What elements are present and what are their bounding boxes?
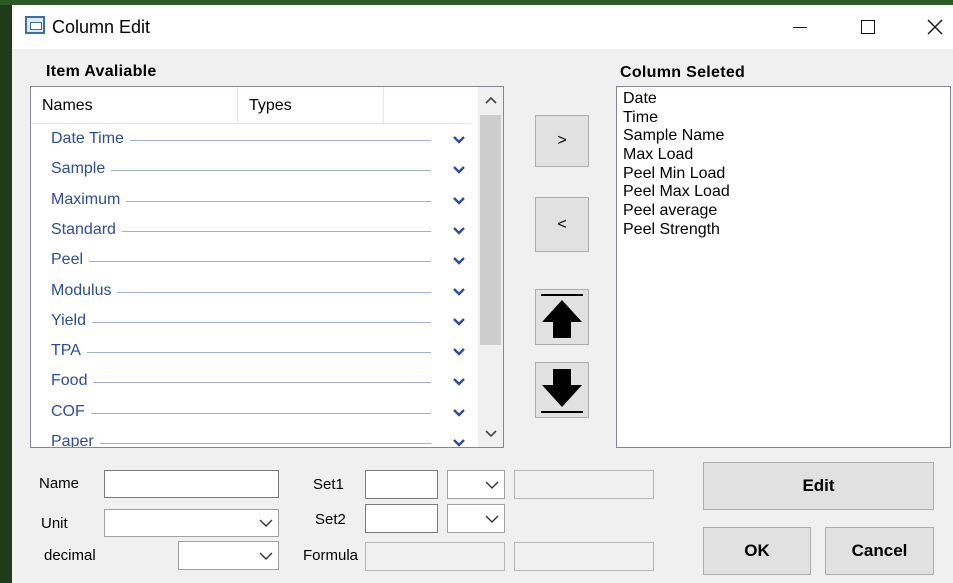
chevron-down-icon[interactable] (450, 222, 468, 240)
title-bar[interactable]: Column Edit (12, 5, 953, 49)
list-item[interactable]: Modulus (31, 277, 475, 307)
formula-extra-field (514, 542, 654, 571)
set1-extra-field (514, 470, 654, 499)
cancel-button[interactable]: Cancel (825, 527, 934, 575)
arrow-down-icon (541, 369, 583, 413)
list-item[interactable]: Maximum (31, 186, 475, 216)
selected-column-item[interactable]: Peel Max Load (623, 183, 944, 202)
list-item-label: Food (51, 372, 94, 391)
name-label: Name (39, 475, 80, 492)
chevron-down-icon[interactable] (450, 283, 468, 301)
set2-label: Set2 (315, 511, 346, 528)
vertical-scrollbar[interactable] (478, 87, 503, 447)
items-available-list[interactable]: Names Types Date Time Sample Maximum Standa… (30, 86, 504, 448)
selected-column-item[interactable]: Date (623, 90, 944, 109)
add-column-button[interactable]: > (535, 115, 589, 167)
chevron-down-icon (484, 430, 497, 438)
chevron-down-icon (485, 481, 499, 489)
selected-column-item[interactable]: Peel Min Load (623, 165, 944, 184)
close-icon (927, 19, 943, 35)
set2-input[interactable] (365, 504, 438, 533)
unit-select[interactable] (104, 509, 279, 537)
move-up-button[interactable] (535, 289, 589, 345)
list-item[interactable]: TPA (31, 337, 475, 367)
row-divider-line (51, 321, 431, 323)
window-app-icon (25, 16, 45, 34)
items-available-heading: Item Avaliable (46, 63, 157, 80)
scroll-down-button[interactable] (478, 421, 503, 447)
list-item-label: COF (51, 402, 91, 421)
selected-column-item[interactable]: Peel Strength (623, 221, 944, 240)
ok-button[interactable]: OK (703, 527, 811, 575)
list-item-label: Maximum (51, 190, 127, 209)
close-button[interactable] (905, 5, 953, 49)
maximize-icon (861, 20, 875, 34)
scrollbar-thumb[interactable] (480, 115, 501, 345)
row-divider-line (51, 382, 431, 384)
list-item-label: TPA (51, 342, 87, 361)
row-divider-line (51, 443, 431, 444)
chevron-up-icon (484, 96, 497, 104)
name-input[interactable] (104, 470, 279, 498)
scroll-up-button[interactable] (478, 87, 503, 113)
column-header-names[interactable]: Names (31, 87, 238, 124)
edit-button[interactable]: Edit (703, 462, 934, 510)
set2-select[interactable] (447, 504, 505, 533)
list-item-label: Sample (51, 160, 112, 179)
minimize-button[interactable] (770, 5, 830, 49)
chevron-down-icon[interactable] (450, 252, 468, 270)
decimal-select[interactable] (178, 541, 279, 570)
decimal-label: decimal (44, 547, 96, 564)
row-divider-line (51, 352, 431, 354)
chevron-down-icon[interactable] (450, 373, 468, 391)
formula-label: Formula (303, 547, 359, 564)
arrow-up-icon (541, 294, 583, 338)
set1-select[interactable] (447, 470, 505, 499)
list-item-label: Modulus (51, 281, 118, 300)
list-item-label: Standard (51, 220, 122, 239)
chevron-down-icon (485, 515, 499, 523)
chevron-down-icon[interactable] (450, 192, 468, 210)
column-selected-heading: Column Seleted (620, 64, 746, 81)
list-item[interactable]: Sample (31, 155, 475, 185)
chevron-down-icon[interactable] (450, 434, 468, 448)
maximize-button[interactable] (838, 5, 898, 49)
chevron-down-icon (259, 552, 273, 560)
list-item[interactable]: Date Time (31, 125, 475, 155)
list-item[interactable]: Food (31, 367, 475, 397)
list-item-label: Peel (51, 251, 90, 270)
formula-field (365, 542, 505, 571)
list-item[interactable]: Peel (31, 246, 475, 276)
chevron-down-icon[interactable] (450, 161, 468, 179)
list-item[interactable]: COF (31, 398, 475, 428)
chevron-down-icon (259, 519, 273, 527)
chevron-down-icon[interactable] (450, 131, 468, 149)
list-item-label: Date Time (51, 130, 130, 148)
list-item[interactable]: Yield (31, 307, 475, 337)
unit-label: Unit (41, 515, 68, 532)
selected-column-item[interactable]: Sample Name (623, 127, 944, 146)
set1-label: Set1 (313, 476, 344, 493)
window-title: Column Edit (52, 17, 151, 37)
row-divider-line (51, 412, 431, 414)
move-down-button[interactable] (535, 362, 589, 418)
list-item[interactable]: Standard (31, 216, 475, 246)
column-edit-dialog: Column Edit Item Avaliable Names Types D… (12, 5, 953, 583)
list-item-label: Yield (51, 311, 92, 330)
minimize-icon (793, 26, 807, 28)
selected-column-item[interactable]: Max Load (623, 146, 944, 165)
chevron-down-icon[interactable] (450, 404, 468, 422)
row-divider-line (51, 261, 431, 263)
chevron-down-icon[interactable] (450, 343, 468, 361)
set1-input[interactable] (365, 470, 438, 499)
selected-column-item[interactable]: Time (623, 109, 944, 128)
selected-column-item[interactable]: Peel average (623, 202, 944, 221)
chevron-down-icon[interactable] (450, 313, 468, 331)
list-header: Names Types (31, 87, 471, 124)
list-item[interactable]: Paper (31, 428, 475, 448)
remove-column-button[interactable]: < (535, 197, 589, 252)
list-item-label: Paper (51, 433, 100, 447)
column-header-types[interactable]: Types (238, 87, 384, 124)
column-selected-list[interactable]: Date Time Sample Name Max Load Peel Min Load… (616, 86, 951, 448)
